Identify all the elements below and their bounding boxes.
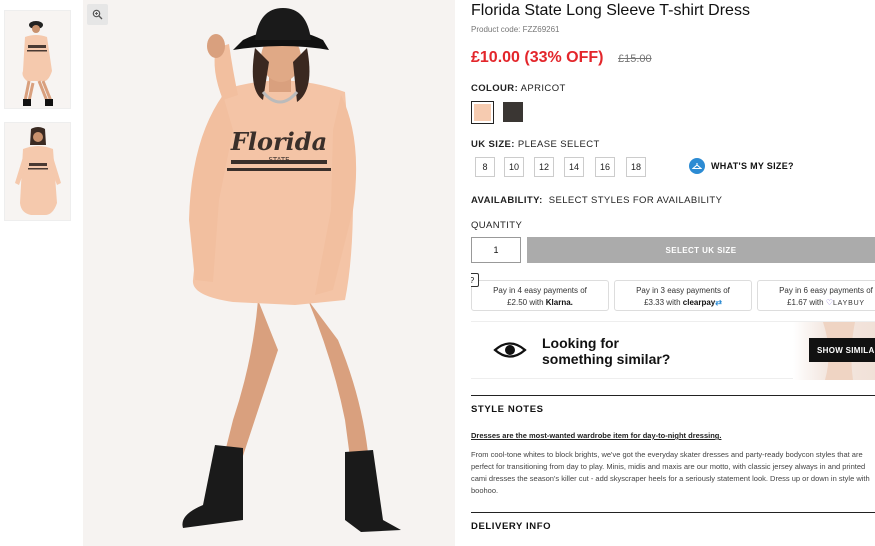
availability-row: AVAILABILITY: SELECT STYLES FOR AVAILABI… [471,195,722,206]
dress-print-subtext: STATE [268,156,289,164]
payment-help-icon[interactable]: ? [471,273,479,287]
availability-value: SELECT STYLES FOR AVAILABILITY [548,195,723,206]
colour-label-row: COLOUR: APRICOT [471,83,566,94]
laybuy-logo: LAYBUY [832,300,865,307]
laybuy-heart-icon: ♡ [825,298,833,307]
zoom-button[interactable] [87,4,108,25]
size-option-14[interactable]: 14 [564,157,584,177]
thumbnail-1[interactable] [4,10,71,109]
swatch-apricot[interactable] [471,101,494,124]
size-option-18[interactable]: 18 [626,157,646,177]
clearpay-amount: £3.33 with [644,298,681,307]
quantity-input[interactable]: 1 [471,237,521,263]
size-option-12[interactable]: 12 [534,157,554,177]
size-value: PLEASE SELECT [517,139,600,150]
thumbnail-2[interactable] [4,122,71,221]
eye-icon [493,342,527,358]
divider-delivery [471,512,875,513]
laybuy-amount: £1.67 with [787,298,824,307]
show-similar-button[interactable]: SHOW SIMILAR [809,338,875,362]
sale-price: £10.00 (33% OFF) [471,49,604,66]
klarna-option[interactable]: Pay in 4 easy payments of £2.50 with Kla… [471,280,609,311]
style-notes-lead: Dresses are the most-wanted wardrobe ite… [471,431,722,440]
klarna-amount: £2.50 with [507,298,544,307]
size-label: UK SIZE: [471,139,515,150]
main-product-image[interactable]: Florida STATE [83,0,455,546]
klarna-line1: Pay in 4 easy payments of [493,286,587,295]
clearpay-option[interactable]: Pay in 3 easy payments of £3.33 with cle… [614,280,752,311]
size-guide-label: WHAT'S MY SIZE? [711,161,794,171]
size-option-16[interactable]: 16 [595,157,615,177]
similar-heading: Looking for something similar? [542,335,670,367]
clearpay-line1: Pay in 3 easy payments of [636,286,730,295]
thumbnail-2-image [5,123,70,220]
style-notes-heading[interactable]: STYLE NOTES [471,404,544,415]
delivery-info-heading[interactable]: DELIVERY INFO [471,521,551,532]
laybuy-option[interactable]: Pay in 6 easy payments of £1.67 with ♡LA… [757,280,875,311]
colour-label: COLOUR: [471,83,519,94]
zoom-icon [92,9,103,20]
similar-line2: something similar? [542,351,671,367]
thumbnail-1-image [5,11,70,108]
swatch-black[interactable] [503,102,523,122]
klarna-logo: Klarna. [545,298,573,307]
similar-banner[interactable]: Looking for something similar? SHOW SIMI… [471,321,875,380]
laybuy-line1: Pay in 6 easy payments of [779,286,873,295]
original-price: £15.00 [618,53,652,65]
divider-style-notes [471,395,875,396]
clearpay-arrows-icon: ⇄ [715,298,722,307]
similar-line1: Looking for [542,335,619,351]
style-notes-body: From cool-tone whites to block brights, … [471,450,870,495]
product-info-panel: Florida State Long Sleeve T-shirt Dress … [471,0,875,546]
availability-label: AVAILABILITY: [471,195,543,206]
model-photo: Florida STATE [83,0,455,546]
add-to-bag-button[interactable]: SELECT UK SIZE [527,237,875,263]
quantity-label: QUANTITY [471,220,523,231]
size-option-10[interactable]: 10 [504,157,524,177]
size-guide-link[interactable]: WHAT'S MY SIZE? [689,158,794,174]
hanger-icon [689,158,705,174]
dress-print-text: Florida [230,127,327,156]
product-title: Florida State Long Sleeve T-shirt Dress [471,2,750,19]
product-code: Product code: FZZ69261 [471,25,560,34]
clearpay-logo: clearpay [682,298,716,307]
colour-value: APRICOT [520,83,566,94]
size-option-8[interactable]: 8 [475,157,495,177]
size-label-row: UK SIZE: PLEASE SELECT [471,139,600,150]
